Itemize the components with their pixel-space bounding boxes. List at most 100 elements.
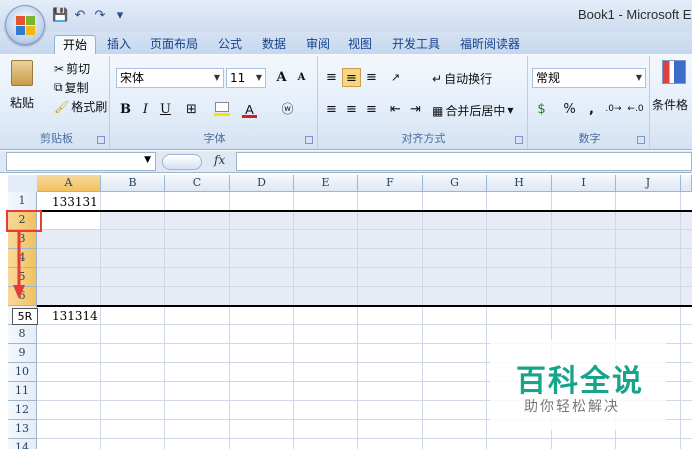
number-launcher-icon[interactable] [637, 136, 645, 144]
align-top-icon[interactable]: ≡ [322, 68, 341, 87]
conditional-format-button[interactable]: 条件格 [652, 96, 688, 113]
select-all-corner[interactable] [8, 175, 37, 192]
italic-button[interactable]: I [136, 100, 155, 119]
row-header-13[interactable]: 13 [8, 420, 37, 439]
row-header-8[interactable]: 8 [8, 325, 37, 344]
column-header-d[interactable]: D [230, 175, 294, 192]
column-header-h[interactable]: H [487, 175, 552, 192]
font-group: 宋体 ▼ 11 ▼ A A B I U ⊞ A ⓦ 字体 [112, 56, 318, 148]
column-gridline [486, 192, 487, 449]
chevron-down-icon: ▼ [255, 73, 262, 82]
cell-a7[interactable]: 131314 [52, 309, 98, 323]
quick-access-toolbar: 💾 ↶ ↷ ▾ [52, 8, 128, 24]
save-icon[interactable]: 💾 [52, 8, 68, 24]
name-box[interactable]: ▼ [6, 152, 156, 171]
cut-button[interactable]: ✂ 剪切 [54, 60, 90, 77]
column-header-g[interactable]: G [423, 175, 487, 192]
decrease-decimal-icon[interactable]: ←.0 [626, 100, 645, 119]
align-bottom-icon[interactable]: ≡ [362, 68, 381, 87]
formula-input[interactable] [236, 152, 692, 171]
align-center-icon[interactable]: ≡ [342, 100, 361, 119]
align-left-icon[interactable]: ≡ [322, 100, 341, 119]
row-header-12[interactable]: 12 [8, 401, 37, 420]
tab-home[interactable]: 开始 [54, 35, 97, 54]
cancel-icon[interactable] [162, 154, 202, 170]
merge-center-button[interactable]: ▦ 合并后居中 ▼ [432, 102, 514, 119]
font-name-combo[interactable]: 宋体 ▼ [116, 68, 224, 88]
bold-button[interactable]: B [116, 100, 135, 119]
tab-formulas[interactable]: 公式 [218, 35, 242, 54]
tab-view[interactable]: 视图 [348, 35, 372, 54]
fill-color-icon[interactable] [212, 100, 231, 119]
tab-data[interactable]: 数据 [262, 35, 286, 54]
redo-icon[interactable]: ↷ [92, 8, 108, 24]
shrink-font-button[interactable]: A [292, 68, 311, 87]
column-header-partial[interactable] [681, 175, 692, 192]
font-launcher-icon[interactable] [305, 136, 313, 144]
align-middle-icon[interactable]: ≡ [342, 68, 361, 87]
column-header-f[interactable]: F [358, 175, 423, 192]
border-icon[interactable]: ⊞ [182, 100, 201, 119]
wrap-text-button[interactable]: ↵ 自动换行 [432, 70, 492, 87]
grow-font-button[interactable]: A [272, 68, 291, 87]
undo-icon[interactable]: ↶ [72, 8, 88, 24]
row-gridline [37, 286, 692, 287]
paste-button[interactable]: 粘贴 [10, 60, 34, 111]
copy-button[interactable]: ⧉ 复制 [54, 79, 89, 96]
tab-page-layout[interactable]: 页面布局 [150, 35, 198, 54]
row-highlight-box [6, 210, 42, 232]
insert-function-button[interactable]: fx [214, 153, 225, 167]
row-header-11[interactable]: 11 [8, 382, 37, 401]
number-format-value: 常规 [536, 71, 561, 85]
wrap-text-icon: ↵ [432, 71, 443, 86]
align-right-icon[interactable]: ≡ [362, 100, 381, 119]
conditional-format-icon[interactable] [662, 60, 686, 84]
font-color-bar-icon [242, 115, 257, 118]
clipboard-group-label: 剪贴板 [40, 132, 73, 145]
cut-label: 剪切 [66, 62, 91, 76]
conditional-format-label: 条件格 [652, 98, 689, 112]
scissors-icon: ✂ [54, 61, 65, 76]
tab-developer[interactable]: 开发工具 [392, 35, 440, 54]
font-name-value: 宋体 [120, 71, 145, 85]
row-header-14[interactable]: 14 [8, 439, 37, 449]
row-header-1[interactable]: 1 [8, 192, 37, 211]
increase-indent-icon[interactable]: ⇥ [406, 100, 425, 119]
office-logo-icon [16, 16, 36, 36]
insert-line-bottom [37, 305, 692, 307]
font-color-button[interactable]: A [240, 100, 259, 119]
format-painter-button[interactable]: 🖌 格式刷 [54, 98, 107, 115]
column-header-a[interactable]: A [37, 175, 101, 192]
row-gridline [37, 248, 692, 249]
customize-qat-icon[interactable]: ▾ [112, 8, 128, 24]
percent-button[interactable]: % [560, 100, 579, 119]
orientation-icon[interactable]: ↗ [386, 68, 405, 87]
copy-icon: ⧉ [54, 80, 63, 94]
font-size-combo[interactable]: 11 ▼ [226, 68, 266, 88]
comma-button[interactable]: , [582, 100, 601, 119]
row-header-10[interactable]: 10 [8, 363, 37, 382]
column-header-e[interactable]: E [294, 175, 358, 192]
row-gridline [37, 438, 692, 439]
office-button[interactable] [5, 5, 45, 45]
tab-foxit-reader[interactable]: 福昕阅读器 [460, 35, 520, 54]
underline-button[interactable]: U [156, 100, 175, 119]
column-header-j[interactable]: J [616, 175, 681, 192]
clipboard-launcher-icon[interactable] [97, 136, 105, 144]
phonetic-icon[interactable]: ⓦ [278, 100, 297, 119]
merge-icon: ▦ [432, 103, 444, 118]
currency-icon[interactable]: $ [532, 100, 551, 119]
column-header-i[interactable]: I [552, 175, 616, 192]
column-header-b[interactable]: B [101, 175, 165, 192]
tab-review[interactable]: 审阅 [306, 35, 330, 54]
window-title: Book1 - Microsoft E [578, 7, 692, 22]
decrease-indent-icon[interactable]: ⇤ [386, 100, 405, 119]
alignment-launcher-icon[interactable] [515, 136, 523, 144]
column-header-c[interactable]: C [165, 175, 230, 192]
row-header-9[interactable]: 9 [8, 344, 37, 363]
increase-decimal-icon[interactable]: .0→ [604, 100, 623, 119]
active-cell[interactable] [37, 211, 101, 230]
cell-a1[interactable]: 133131 [52, 195, 98, 209]
tab-insert[interactable]: 插入 [107, 35, 131, 54]
number-format-combo[interactable]: 常规 ▼ [532, 68, 646, 88]
